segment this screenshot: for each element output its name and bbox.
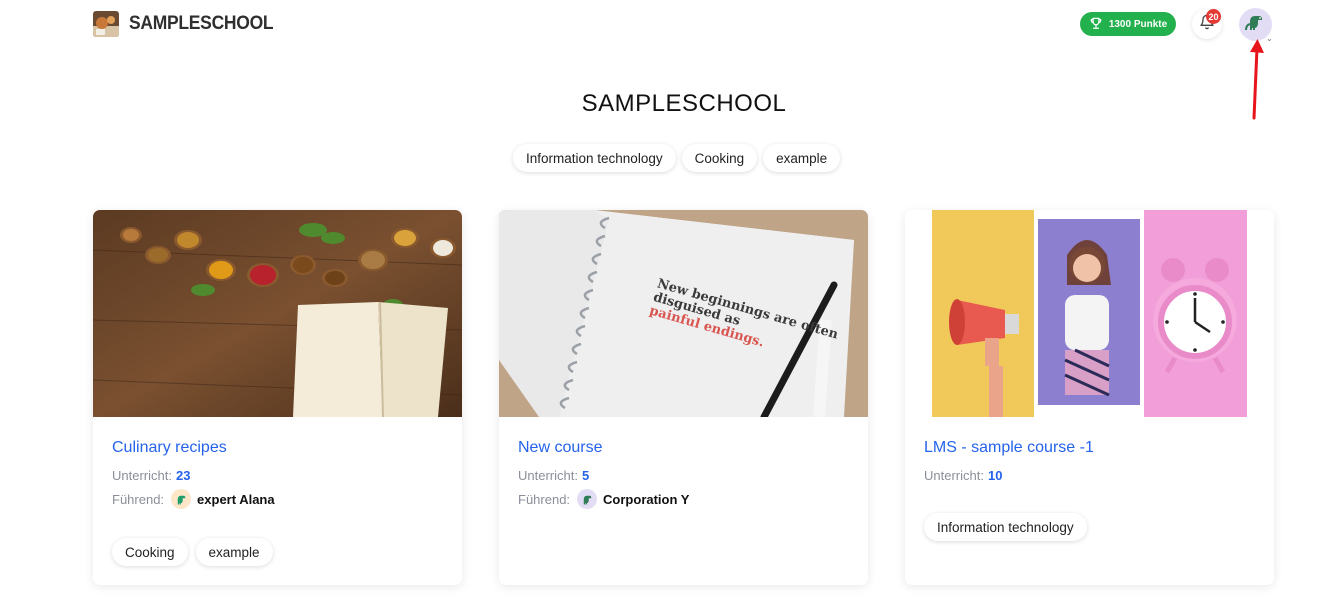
dinosaur-icon — [577, 489, 598, 509]
course-tags: Cooking example — [112, 538, 273, 566]
lessons-count: 10 — [987, 467, 1003, 483]
lessons-row: Unterricht: 23 — [112, 466, 443, 484]
lessons-row: Unterricht: 10 — [924, 466, 1255, 484]
course-image[interactable]: New beginnings are often disguised as pa… — [499, 210, 868, 417]
trophy-icon — [1089, 16, 1103, 33]
brand-name: SAMPLESCHOOL — [129, 13, 274, 34]
category-filter: Information technology Cooking example — [513, 144, 841, 172]
course-tag[interactable]: example — [195, 538, 273, 566]
category-chip[interactable]: example — [763, 144, 841, 172]
lessons-label: Unterricht: — [518, 467, 578, 483]
lessons-row: Unterricht: 5 — [518, 466, 849, 484]
course-tag[interactable]: Information technology — [924, 513, 1087, 541]
leader-row: Führend: expert Alana — [112, 489, 443, 509]
course-image[interactable] — [93, 210, 462, 417]
leader-name[interactable]: Corporation Y — [603, 492, 689, 507]
dinosaur-icon — [1244, 10, 1268, 39]
course-title[interactable]: New course — [518, 439, 849, 457]
notification-count-badge: 20 — [1206, 9, 1221, 24]
points-badge[interactable]: 1300 Punkte — [1080, 12, 1176, 36]
course-tag[interactable]: Cooking — [112, 538, 188, 566]
leader-row: Führend: Corporation Y — [518, 489, 849, 509]
lessons-count: 23 — [175, 467, 191, 483]
page-title: SAMPLESCHOOL — [581, 90, 787, 117]
top-bar: SAMPLESCHOOL 1300 Punkte 20 ⌄ — [0, 0, 1323, 120]
leader-label: Führend: — [112, 491, 165, 507]
lessons-label: Unterricht: — [924, 467, 984, 483]
lessons-count: 5 — [581, 467, 590, 483]
dinosaur-icon — [171, 489, 192, 509]
course-title[interactable]: LMS - sample course -1 — [924, 439, 1255, 457]
course-title[interactable]: Culinary recipes — [112, 439, 443, 457]
brand-logo[interactable]: SAMPLESCHOOL — [93, 11, 286, 37]
lessons-label: Unterricht: — [112, 467, 172, 483]
course-card[interactable]: Culinary recipes Unterricht: 23 Führend:… — [93, 210, 462, 585]
course-image[interactable] — [905, 210, 1274, 417]
category-chip[interactable]: Information technology — [513, 144, 676, 172]
leader-label: Führend: — [518, 491, 571, 507]
points-label: 1300 Punkte — [1108, 18, 1168, 30]
course-tags: Information technology — [924, 513, 1087, 541]
category-chip[interactable]: Cooking — [681, 144, 758, 172]
course-card[interactable]: New beginnings are often disguised as pa… — [499, 210, 868, 585]
brand-logo-image — [93, 11, 119, 37]
leader-name[interactable]: expert Alana — [197, 492, 275, 507]
course-card[interactable]: LMS - sample course -1 Unterricht: 10 In… — [905, 210, 1274, 585]
